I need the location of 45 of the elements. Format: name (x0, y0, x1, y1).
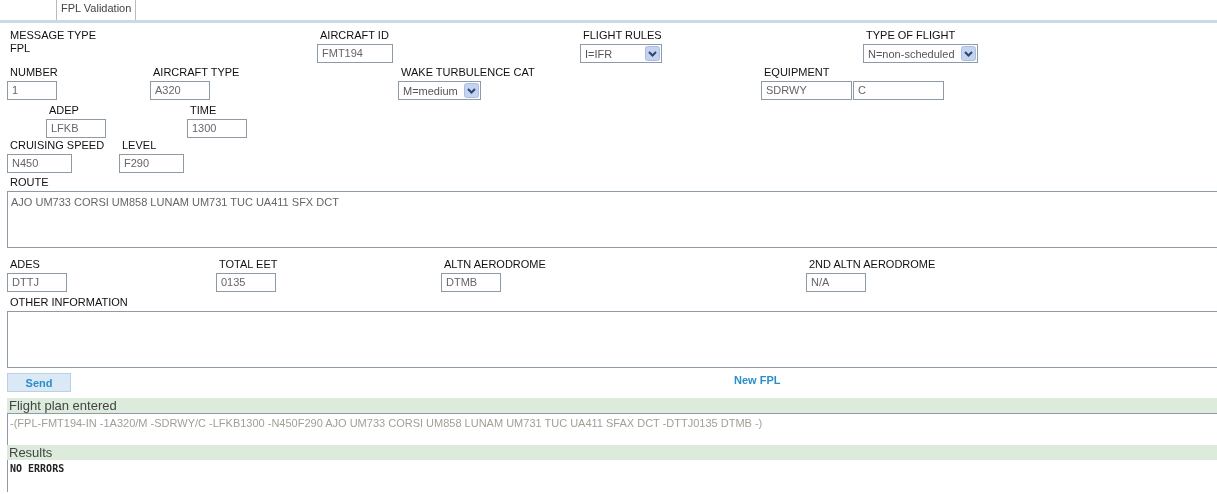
field-label: AIRCRAFT TYPE (152, 66, 240, 79)
input-field[interactable]: F290 (119, 154, 184, 173)
input-field[interactable]: A320 (150, 81, 210, 100)
field-label: CRUISING SPEED (9, 139, 105, 152)
message-type-value: FPL (9, 42, 31, 55)
input-field[interactable]: SDRWY (761, 81, 852, 100)
route-textarea[interactable]: AJO UM733 CORSI UM858 LUNAM UM731 TUC UA411 SFX DCT (7, 191, 1217, 248)
input-field[interactable]: DTMB (441, 273, 501, 292)
field-label: NUMBER (9, 66, 58, 79)
chevron-down-icon (463, 83, 479, 98)
other-information-textarea[interactable] (7, 311, 1217, 368)
input-field[interactable]: 1300 (187, 119, 247, 138)
dropdown[interactable]: I=IFR (580, 44, 662, 63)
chevron-down-icon (960, 46, 976, 61)
input-field[interactable]: N450 (7, 154, 72, 173)
input-field[interactable]: LFKB (46, 119, 106, 138)
field-label: MESSAGE TYPE (9, 29, 96, 42)
fpl-validation-tab[interactable]: FPL Validation (56, 0, 137, 20)
field-label: AIRCRAFT ID (319, 29, 389, 42)
input-field[interactable]: FMT194 (317, 44, 393, 63)
field-label: 2ND ALTN AERODROME (808, 258, 936, 271)
field-label: ADES (9, 258, 40, 271)
chevron-down-icon (645, 46, 660, 61)
field-label: LEVEL (121, 139, 157, 152)
field-label: ROUTE (9, 176, 50, 189)
field-label: TIME (189, 104, 217, 117)
input-field[interactable]: C (853, 81, 944, 100)
field-label: WAKE TURBULENCE CAT (400, 66, 535, 79)
section-header: Flight plan entered (7, 398, 1217, 413)
field-label: EQUIPMENT (763, 66, 830, 79)
input-field[interactable]: DTTJ (7, 273, 67, 292)
new-fpl-link[interactable]: New FPL (734, 374, 781, 386)
field-label: ADEP (48, 104, 79, 117)
section-header: Results (7, 445, 1217, 460)
input-field[interactable]: 1 (7, 81, 57, 100)
field-label: TOTAL EET (218, 258, 278, 271)
field-label: OTHER INFORMATION (9, 296, 129, 309)
dropdown[interactable]: N=non-scheduled (863, 44, 978, 63)
results-text: NO ERRORS (10, 463, 65, 474)
field-label: FLIGHT RULES (582, 29, 662, 42)
field-label: ALTN AERODROME (443, 258, 546, 271)
input-field[interactable]: 0135 (216, 273, 276, 292)
dropdown[interactable]: M=medium (398, 81, 481, 100)
input-field[interactable]: N/A (806, 273, 866, 292)
field-label: TYPE OF FLIGHT (865, 29, 956, 42)
